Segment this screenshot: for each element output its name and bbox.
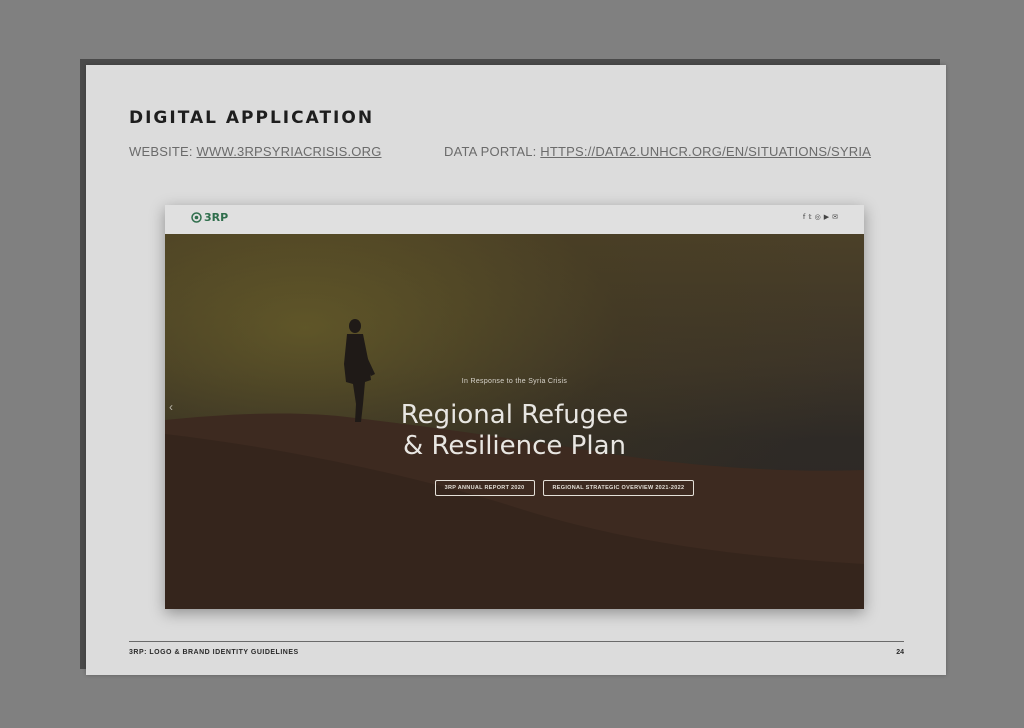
footer-divider	[129, 641, 904, 642]
facebook-icon[interactable]: f	[803, 213, 805, 221]
hero-title: Regional Refugee & Resilience Plan	[165, 400, 864, 462]
website-label: WEBSITE:	[129, 144, 193, 159]
website-line: WEBSITE: WWW.3RPSYRIACRISIS.ORG	[129, 144, 382, 159]
footer-title: 3RP: LOGO & BRAND IDENTITY GUIDELINES	[129, 649, 299, 656]
hero-buttons: 3RP ANNUAL REPORT 2020 REGIONAL STRATEGI…	[165, 480, 864, 496]
instagram-icon[interactable]: ◎	[815, 213, 821, 221]
data-portal-link[interactable]: HTTPS://DATA2.UNHCR.ORG/EN/SITUATIONS/SY…	[540, 144, 871, 159]
mockup-navbar: 3RP f 𝕥 ◎ ▶ ✉	[165, 205, 864, 234]
mail-icon[interactable]: ✉	[832, 213, 838, 221]
website-mockup: 3RP f 𝕥 ◎ ▶ ✉ ‹ In Response to the Syria…	[165, 205, 864, 609]
youtube-icon[interactable]: ▶	[824, 213, 829, 221]
hero-banner: ‹ In Response to the Syria Crisis Region…	[165, 234, 864, 609]
page-number: 24	[896, 649, 904, 656]
twitter-icon[interactable]: 𝕥	[808, 213, 811, 221]
data-portal-label: DATA PORTAL:	[444, 144, 537, 159]
hero-kicker: In Response to the Syria Crisis	[461, 378, 568, 385]
hero-title-line1: Regional Refugee	[400, 400, 629, 430]
annual-report-button[interactable]: 3RP ANNUAL REPORT 2020	[434, 480, 535, 496]
hero-title-line2: & Resilience Plan	[403, 431, 626, 461]
strategic-overview-button[interactable]: REGIONAL STRATEGIC OVERVIEW 2021-2022	[542, 480, 695, 496]
guideline-page: DIGITAL APPLICATION WEBSITE: WWW.3RPSYRI…	[86, 65, 946, 675]
website-link[interactable]: WWW.3RPSYRIACRISIS.ORG	[197, 144, 382, 159]
mockup-logo[interactable]: 3RP	[191, 211, 228, 224]
logo-text: 3RP	[204, 211, 229, 224]
social-icons: f 𝕥 ◎ ▶ ✉	[803, 213, 838, 221]
3rp-emblem-icon	[191, 212, 202, 223]
page-heading: DIGITAL APPLICATION	[129, 108, 375, 128]
data-portal-line: DATA PORTAL: HTTPS://DATA2.UNHCR.ORG/EN/…	[444, 144, 871, 159]
